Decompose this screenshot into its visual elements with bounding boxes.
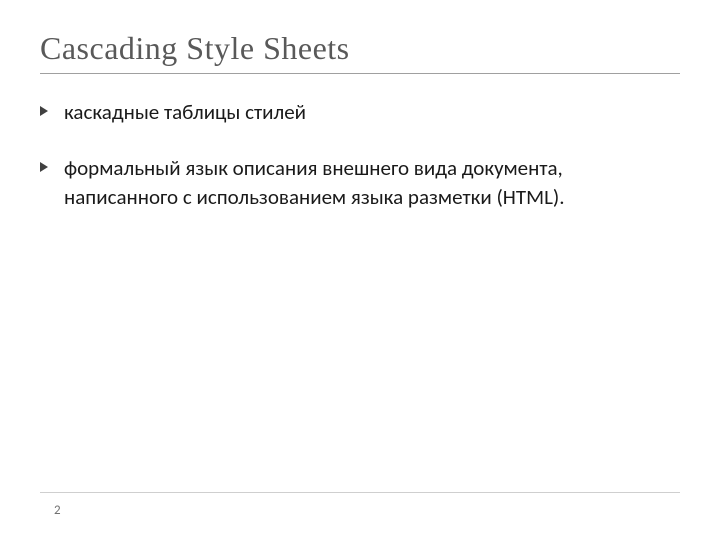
- bullet-text: каскадные таблицы стилей: [64, 98, 306, 126]
- slide-title: Cascading Style Sheets: [40, 30, 680, 67]
- content-area: каскадные таблицы стилей формальный язык…: [40, 82, 680, 211]
- title-area: Cascading Style Sheets: [40, 30, 680, 74]
- triangle-bullet-icon: [40, 106, 54, 116]
- list-item: формальный язык описания внешнего вида д…: [40, 154, 680, 211]
- title-underline: [40, 73, 680, 74]
- slide: Cascading Style Sheets каскадные таблицы…: [0, 0, 720, 540]
- footer: 2: [40, 492, 680, 518]
- triangle-bullet-icon: [40, 162, 54, 172]
- footer-line: [40, 492, 680, 493]
- list-item: каскадные таблицы стилей: [40, 98, 680, 126]
- page-number: 2: [54, 503, 680, 518]
- bullet-text: формальный язык описания внешнего вида д…: [64, 154, 680, 211]
